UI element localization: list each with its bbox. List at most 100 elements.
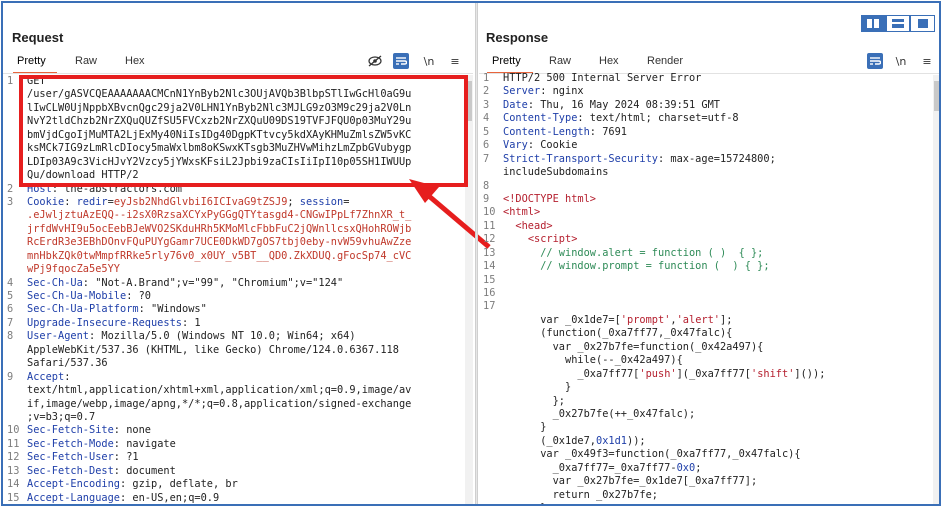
code-line: 1 HTTP/2 500 Internal Server Error [483,72,933,85]
cookie-value: .eJwljztuAzEQQ--i2sX0RzsaXCYxPyGGgQTYtas… [27,209,412,222]
line-number: 6 [7,303,14,316]
cookie-value: wPj9fqocZa5e5YY [27,263,120,276]
code-token: 'alert' [676,313,721,326]
header-name: Content-Type [503,112,578,125]
tab-hex[interactable]: Hex [599,55,619,67]
line-number [7,398,27,411]
header-value: includeSubdomains [503,166,609,179]
line-number: 4 [7,276,14,289]
line-number [483,395,503,408]
cookie-value: eyJsb2NhdGlvbiI6ICIvaG9tZSJ9 [113,195,288,208]
code-line: while(--_0x42a497){ [483,354,933,367]
header-name: Date [503,98,528,111]
cookie-name: session [293,195,344,208]
code-line: 11 <head> [483,220,933,233]
line-number: 16 [483,287,496,299]
code-token: <html> [503,206,541,219]
tab-render[interactable]: Render [647,55,683,67]
response-editor[interactable]: 1 HTTP/2 500 Internal Server Error 2 Server… [483,72,933,504]
code-token: 0x1d1 [596,434,627,447]
newline-toggle[interactable]: \n [421,53,437,69]
header-name: Accept-Language [27,491,120,504]
code-line: 16 [483,287,933,300]
wrap-lines-icon[interactable] [867,53,883,69]
code-token: } [503,381,572,394]
line-number [483,408,503,421]
line-number [483,354,503,367]
header-value: Thu, 16 May 2024 08:39:51 GMT [534,98,720,111]
code-token: 'shift' [751,367,795,380]
pane-divider[interactable] [475,3,478,504]
header-name: Sec-Fetch-Site [27,424,114,437]
header-value: Mozilla/5.0 (Windows NT 10.0; Win64; x64… [95,330,356,343]
code-token: _0xa7ff77[ [503,367,640,380]
code-token: 'push' [639,367,677,380]
header-name: User-Agent [27,330,89,343]
line-number: 11 [483,219,496,232]
rows-icon [892,19,904,28]
split-vertical-button[interactable] [885,15,911,32]
tab-raw[interactable]: Raw [549,55,571,67]
layout-toggle[interactable] [861,15,936,32]
cookie-name: redir [70,195,108,208]
newline-toggle[interactable]: \n [893,53,909,69]
header-value: if,image/webp,image/apng,*/*;q=0.8,appli… [27,397,412,410]
code-token: return _0x27b7fe; [503,488,658,501]
code-line: }; [483,395,933,408]
header-value: document [120,464,176,477]
line-number [483,489,503,502]
header-value: gzip, deflate, br [126,478,238,491]
header-name: Vary [503,139,528,152]
single-pane-button[interactable] [910,15,936,32]
line-number [7,344,27,357]
header-name: Server [503,85,541,98]
code-line: 8 User-Agent: Mozilla/5.0 (Windows NT 10.… [7,330,465,343]
split-horizontal-button[interactable] [861,15,886,32]
wrap-lines-icon[interactable] [393,53,409,69]
response-scrollbar[interactable] [933,75,939,504]
code-line: }; [483,502,933,504]
code-line: 6 Vary: Cookie [483,139,933,152]
header-name: Upgrade-Insecure-Requests [27,316,182,329]
response-scroll-thumb[interactable] [934,81,939,111]
menu-icon[interactable]: ≡ [919,53,935,69]
code-line: ;v=b3;q=0.7 [7,411,465,424]
header-value: 1 [188,316,201,329]
code-token: ]()); [794,367,826,380]
line-number: 5 [483,125,490,138]
header-value: ;v=b3;q=0.7 [27,410,96,423]
code-line: Safari/537.36 [7,357,465,370]
tab-hex[interactable]: Hex [125,55,145,67]
header-name: Accept-Encoding [27,478,120,491]
tab-raw[interactable]: Raw [75,55,97,67]
code-line: 4 Sec-Ch-Ua: "Not-A.Brand";v="99", "Chrom… [7,277,465,290]
line-number: 13 [7,464,20,477]
tab-pretty[interactable]: Pretty [492,55,521,67]
code-line: 5 Sec-Ch-Ua-Mobile: ?0 [7,290,465,303]
code-token: }; [503,502,552,504]
line-number: 15 [7,491,20,504]
line-number: 3 [483,98,490,111]
code-line: AppleWebKit/537.36 (KHTML, like Gecko) C… [7,344,465,357]
line-number [483,341,503,354]
response-title: Response [486,30,549,45]
line-number [483,502,503,504]
code-line: (_0x1de7, 0x1d1)); [483,435,933,448]
menu-icon[interactable]: ≡ [447,53,463,69]
line-number [7,223,27,236]
line-number: 14 [483,260,496,273]
code-line: var _0x27b7fe=function(_0x42a497){ [483,341,933,354]
line-number [483,327,503,340]
code-line: 4 Content-Type: text/html; charset=utf-8 [483,112,933,125]
tab-pretty[interactable]: Pretty [17,55,46,67]
header-name: Sec-Fetch-User [27,451,114,464]
code-line: 2 Server: nginx [483,85,933,98]
code-token: ](_0xa7ff77[ [676,367,751,380]
hide-eye-icon[interactable] [367,53,383,69]
line-number [483,314,503,327]
code-line: 14 // window.prompt = function ( ) { }; [483,260,933,273]
line-number [7,357,27,370]
line-number: 8 [483,179,490,192]
code-line: var _0x49f3=function(_0xa7ff77,_0x47falc… [483,448,933,461]
